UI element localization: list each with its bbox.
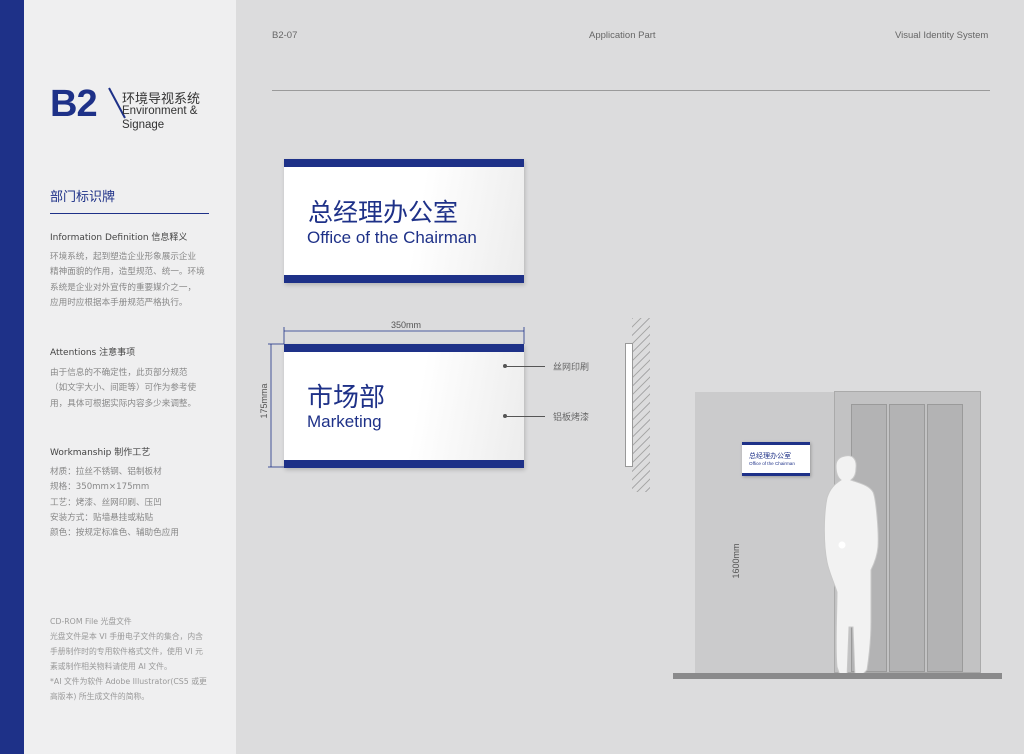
scene-sign-cn: 总经理办公室	[749, 452, 791, 460]
dim-height: 175mma	[259, 383, 269, 419]
scene-sign-bottom-stripe	[742, 473, 810, 476]
wall-section	[632, 318, 650, 492]
scene-sign-en: Office of the Chairman	[749, 461, 795, 466]
annotation-print: 丝网印刷	[553, 363, 590, 373]
elevator-door	[889, 404, 925, 672]
dim-mount-height: 1600mm	[731, 543, 741, 579]
annotation-leader	[505, 416, 545, 417]
scene-wall	[695, 392, 835, 673]
sign-side-view	[625, 343, 633, 467]
scene-sign: 总经理办公室 Office of the Chairman	[742, 442, 810, 476]
annotation-paint: 铝板烤漆	[553, 413, 590, 423]
person-silhouette	[823, 455, 879, 679]
annotation-leader	[505, 366, 545, 367]
sign-marketing-en: Marketing	[307, 412, 382, 431]
sign-top-stripe	[284, 344, 524, 352]
floor	[673, 673, 1002, 679]
sign-bottom-stripe	[284, 460, 524, 468]
sign-marketing: 市场部 Marketing	[284, 344, 524, 468]
scene-sign-top-stripe	[742, 442, 810, 445]
elevator-door	[927, 404, 963, 672]
sign-marketing-cn: 市场部	[307, 383, 386, 413]
dim-width: 350mm	[391, 320, 422, 330]
